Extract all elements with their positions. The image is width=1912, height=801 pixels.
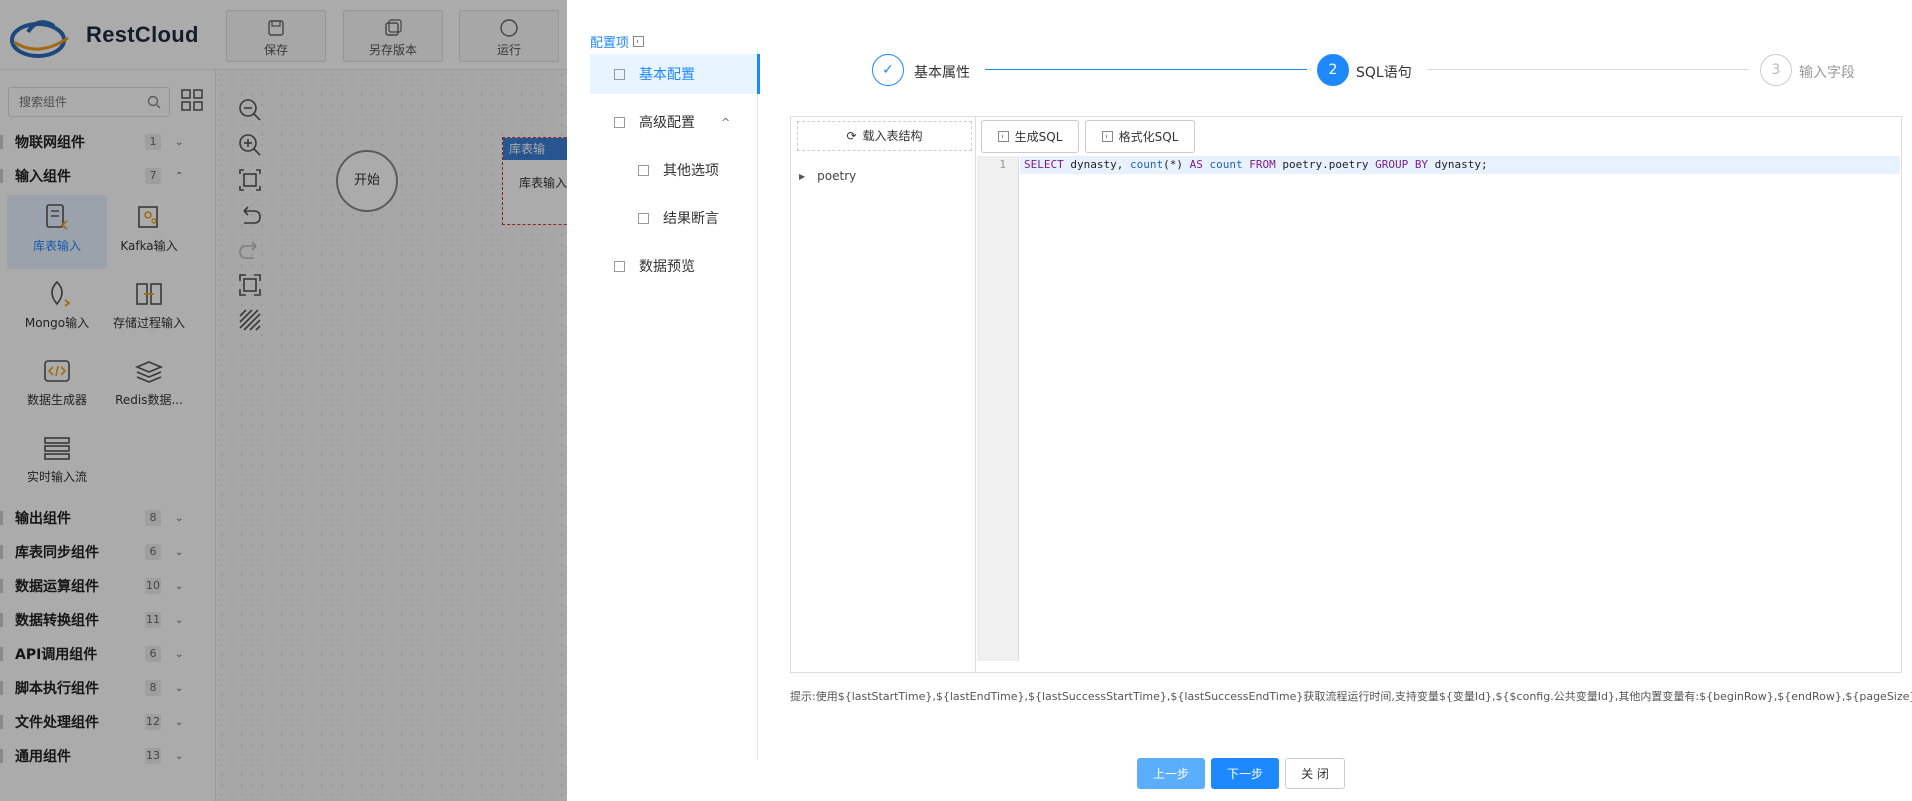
next-step-button[interactable]: 下一步	[1211, 758, 1279, 789]
nav-item-other-options[interactable]: 其他选项	[590, 150, 758, 190]
chevron-up-icon: ^	[721, 115, 731, 129]
step-label-sql: SQL语句	[1356, 65, 1412, 81]
dialog-footer: 上一步 下一步 关 闭	[1137, 758, 1345, 790]
sql-keyword: SELECT	[1024, 158, 1064, 171]
config-title-text: 配置项	[590, 36, 630, 51]
config-title: 配置项	[590, 32, 645, 51]
nav-item-icon	[614, 116, 625, 128]
sql-text: dynasty;	[1428, 158, 1488, 171]
sql-text: poetry.poetry	[1275, 158, 1376, 171]
step-number: 2	[1317, 54, 1349, 86]
tree-node-label: poetry	[817, 169, 857, 183]
step-done-icon: ✓	[872, 54, 904, 86]
prev-step-button[interactable]: 上一步	[1137, 758, 1205, 789]
format-icon	[1101, 131, 1113, 142]
sql-text: dynasty,	[1063, 158, 1130, 171]
sql-editor-panel: ⟳ 载入表结构 ▶ poetry 生成SQL 格式化SQL 1 SELECT d…	[790, 116, 1902, 673]
sql-text: (*)	[1163, 158, 1190, 171]
sql-keyword: AS	[1189, 158, 1203, 171]
nav-item-icon	[614, 68, 625, 80]
line-gutter: 1	[977, 156, 1019, 661]
code-line[interactable]: SELECT dynasty, count(*) AS count FROM p…	[1020, 156, 1900, 174]
config-nav: 基本配置 高级配置 ^ 其他选项 结果断言 数据预览	[590, 50, 760, 760]
step-number: 3	[1760, 54, 1792, 86]
sql-keyword: GROUP BY	[1375, 158, 1429, 171]
close-button[interactable]: 关 闭	[1285, 758, 1345, 789]
nav-item-icon	[614, 260, 625, 272]
table-tree-pane: ⟳ 载入表结构 ▶ poetry	[791, 117, 976, 672]
nav-item-advanced[interactable]: 高级配置 ^	[590, 102, 758, 142]
generate-sql-label: 生成SQL	[1014, 130, 1063, 144]
step-connector	[1427, 69, 1749, 70]
nav-item-label: 高级配置	[639, 115, 695, 131]
nav-item-label: 数据预览	[639, 259, 695, 275]
nav-item-label: 基本配置	[639, 67, 695, 83]
step-label-basic: 基本属性	[914, 65, 970, 81]
terminal-icon	[997, 131, 1009, 142]
expand-icon[interactable]	[633, 36, 645, 47]
sql-code-editor[interactable]: 1 SELECT dynasty, count(*) AS count FROM…	[977, 156, 1901, 661]
refresh-icon: ⟳	[846, 129, 857, 143]
line-number: 1	[999, 158, 1006, 171]
nav-item-label: 其他选项	[663, 163, 719, 179]
nav-item-basic[interactable]: 基本配置	[590, 54, 760, 94]
nav-item-icon	[638, 212, 649, 224]
nav-item-data-preview[interactable]: 数据预览	[590, 246, 758, 286]
caret-right-icon: ▶	[799, 171, 806, 181]
sql-alias: count	[1209, 158, 1243, 171]
generate-sql-button[interactable]: 生成SQL	[981, 120, 1079, 153]
tree-node[interactable]: ▶ poetry	[799, 169, 856, 183]
nav-item-icon	[638, 164, 649, 176]
step-connector	[985, 69, 1307, 70]
format-sql-button[interactable]: 格式化SQL	[1085, 120, 1195, 153]
format-sql-label: 格式化SQL	[1118, 130, 1179, 144]
sql-function: count	[1129, 158, 1164, 171]
sql-keyword: FROM	[1249, 158, 1276, 171]
load-table-structure-label: 载入表结构	[862, 129, 923, 143]
sql-toolbar: 生成SQL 格式化SQL	[977, 117, 1901, 157]
nav-item-result-assert[interactable]: 结果断言	[590, 198, 758, 238]
load-table-structure-button[interactable]: ⟳ 载入表结构	[797, 121, 972, 151]
nav-item-label: 结果断言	[663, 211, 719, 227]
step-label-fields: 输入字段	[1799, 65, 1855, 81]
node-config-dialog: 配置项 基本配置 高级配置 ^ 其他选项 结果断言 数据预览 ✓ 基本属性 2	[567, 0, 1912, 801]
variable-hint: 提示:使用${lastStartTime},${lastEndTime},${l…	[790, 690, 1912, 703]
wizard-steps: ✓ 基本属性 2 SQL语句 3 输入字段	[872, 53, 1912, 89]
